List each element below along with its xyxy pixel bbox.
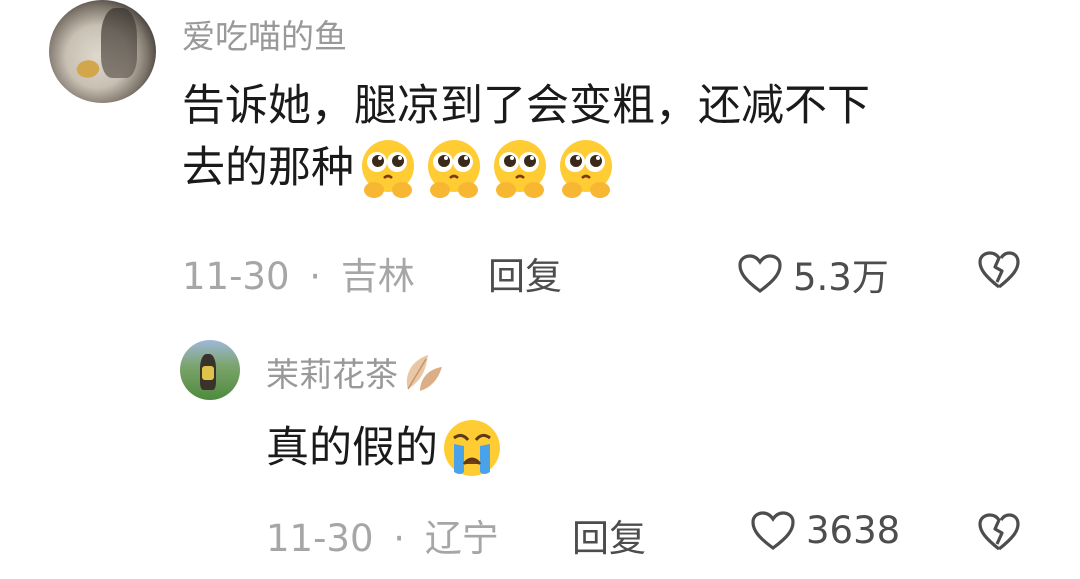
comment-date: 11-30 (182, 255, 290, 298)
comment-date: 11-30 (266, 517, 374, 560)
comment-meta: 11-30 · 吉林 (182, 246, 415, 300)
username[interactable]: 茉莉花茶 (266, 348, 398, 396)
avatar-figure (101, 8, 137, 78)
avatar[interactable] (49, 0, 156, 103)
heart-icon (751, 510, 795, 550)
dislike-icon[interactable] (977, 250, 1021, 290)
comment-line-text: 真的假的 (266, 422, 438, 473)
username-row: 茉莉花茶 (266, 348, 448, 396)
reply-button[interactable]: 回复 (572, 508, 646, 562)
like-count: 5.3万 (793, 256, 889, 299)
comment-line: 去的那种 (182, 136, 1042, 200)
comment-line: 告诉她，腿凉到了会变粗，还减不下 (182, 81, 870, 131)
avatar[interactable] (180, 340, 240, 400)
heart-icon (738, 254, 782, 293)
avatar-leaf (74, 56, 102, 82)
crying-face-icon (444, 420, 500, 476)
username[interactable]: 爱吃喵的鱼 (182, 10, 347, 58)
reply-button[interactable]: 回复 (488, 246, 562, 300)
meta-separator: · (393, 517, 406, 560)
like-button[interactable]: 5.3万 (737, 247, 889, 301)
pleading-face-icon (494, 140, 546, 199)
comment-meta: 11-30 · 辽宁 (266, 508, 499, 562)
comment-text: 告诉她，腿凉到了会变粗，还减不下 去的那种 (182, 76, 1042, 200)
comment-line-text: 去的那种 (182, 143, 354, 194)
meta-separator: · (309, 255, 322, 298)
pleading-face-icon (560, 140, 612, 199)
dislike-icon[interactable] (977, 512, 1021, 552)
leaf-badge-icon (406, 355, 442, 391)
pleading-face-icon (362, 140, 414, 199)
comment-text: 真的假的 (266, 416, 504, 480)
avatar-shirt (202, 366, 214, 380)
like-button[interactable]: 3638 (750, 509, 900, 552)
comment-location: 辽宁 (424, 517, 499, 560)
pleading-face-icon (428, 140, 480, 199)
like-count: 3638 (806, 509, 901, 552)
comment-location: 吉林 (340, 255, 415, 298)
